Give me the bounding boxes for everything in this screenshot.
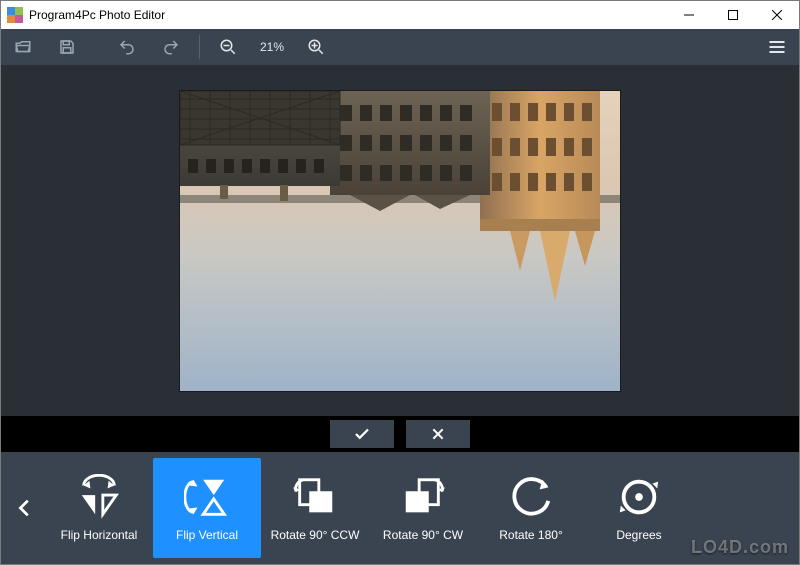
zoom-level: 21% (250, 40, 294, 54)
cancel-button[interactable] (406, 420, 470, 448)
action-rotate-90-cw[interactable]: Rotate 90° CW (369, 458, 477, 558)
apply-button[interactable] (330, 420, 394, 448)
open-button[interactable] (1, 29, 45, 65)
canvas-stage[interactable] (1, 65, 799, 416)
watermark: LO4D.com (691, 537, 789, 558)
action-label: Flip Vertical (176, 528, 238, 542)
action-label: Rotate 90° CCW (271, 528, 360, 542)
close-button[interactable] (755, 1, 799, 29)
redo-button[interactable] (149, 29, 193, 65)
rotate-180-icon (508, 474, 554, 520)
zoom-in-button[interactable] (294, 29, 338, 65)
action-label: Rotate 180° (499, 528, 563, 542)
window-title: Program4Pc Photo Editor (29, 8, 165, 22)
titlebar: Program4Pc Photo Editor (1, 1, 799, 29)
action-rotate-degrees[interactable]: Degrees (585, 458, 693, 558)
toolbar-separator (199, 35, 200, 59)
app-icon (7, 7, 23, 23)
undo-button[interactable] (105, 29, 149, 65)
action-strip: Flip Horizontal Flip Vertical (1, 452, 799, 564)
action-flip-vertical[interactable]: Flip Vertical (153, 458, 261, 558)
minimize-button[interactable] (667, 1, 711, 29)
back-button[interactable] (5, 458, 45, 558)
toolbar: 21% (1, 29, 799, 65)
action-label: Rotate 90° CW (383, 528, 463, 542)
zoom-out-button[interactable] (206, 29, 250, 65)
flip-vertical-icon (184, 474, 230, 520)
app-window: Program4Pc Photo Editor 21% (0, 0, 800, 565)
confirm-bar (1, 416, 799, 452)
action-label: Flip Horizontal (61, 528, 138, 542)
action-rotate-180[interactable]: Rotate 180° (477, 458, 585, 558)
action-flip-horizontal[interactable]: Flip Horizontal (45, 458, 153, 558)
menu-button[interactable] (755, 29, 799, 65)
flip-horizontal-icon (76, 474, 122, 520)
action-label: Degrees (616, 528, 661, 542)
save-button[interactable] (45, 29, 89, 65)
degrees-icon (616, 474, 662, 520)
rotate-ccw-icon (292, 474, 338, 520)
rotate-cw-icon (400, 474, 446, 520)
edited-photo (180, 91, 620, 391)
action-rotate-90-ccw[interactable]: Rotate 90° CCW (261, 458, 369, 558)
maximize-button[interactable] (711, 1, 755, 29)
